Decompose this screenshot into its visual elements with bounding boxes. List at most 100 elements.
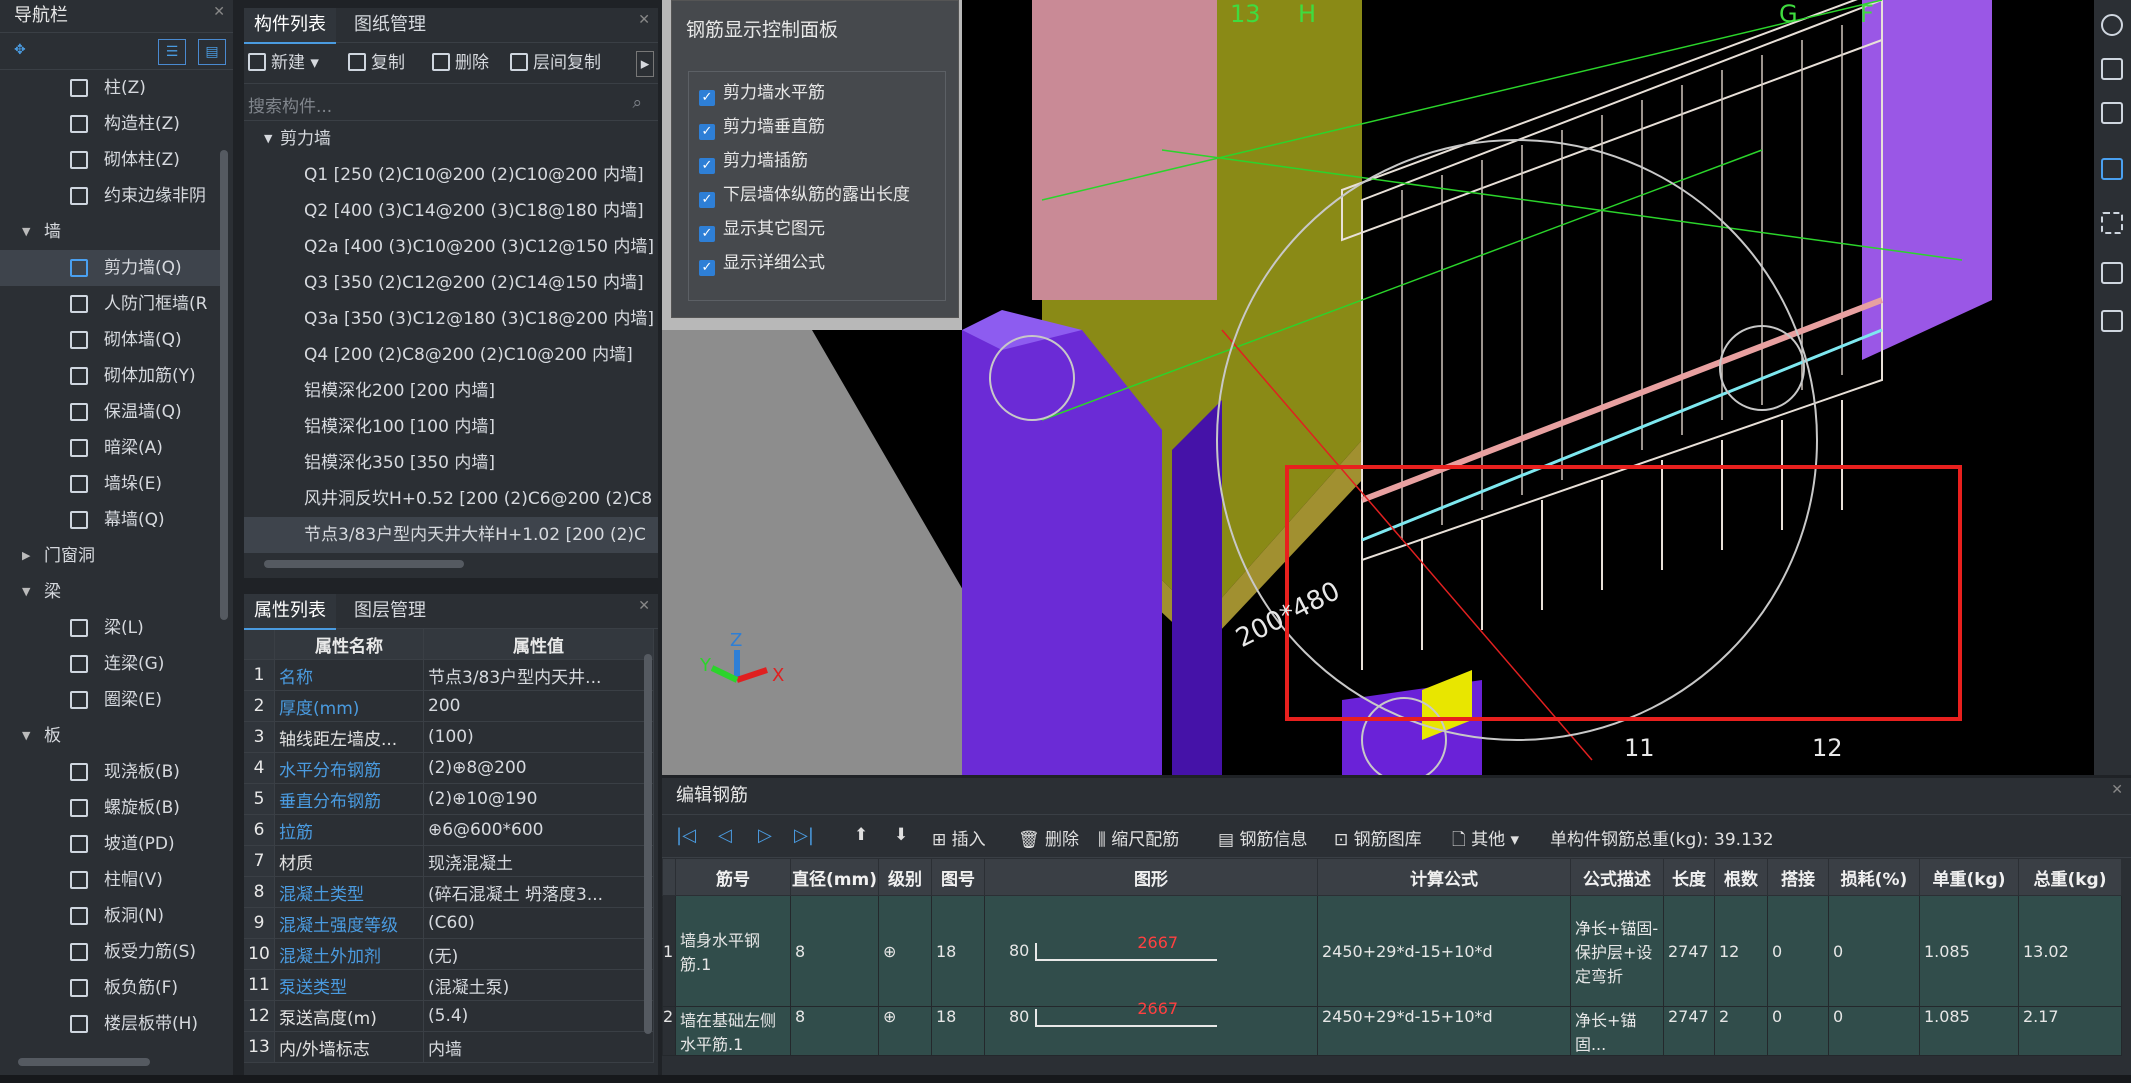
rebar-cell-formula[interactable]: 2450+29*d-15+10*d <box>1316 895 1571 1007</box>
rebar-cell-len[interactable]: 2747 <box>1662 895 1715 1007</box>
property-value[interactable]: (100) <box>423 721 654 753</box>
rebar-shape-cell[interactable]: 80 2667 <box>983 999 1318 1056</box>
component-row[interactable]: 铝模深化100 [100 内墙] <box>244 409 658 445</box>
scale-rebar-button[interactable]: ⫼ 缩尺配筋 <box>1098 825 1179 850</box>
rebar-row[interactable]: 1 墙身水平钢筋.1 8 ⊕ 18 80 2667 2450+29*d-15+10*d 净长+锚… <box>662 895 2122 1007</box>
property-row[interactable]: 5 垂直分布钢筋 (2)⊕10@190 <box>244 783 654 815</box>
2d-view-icon[interactable] <box>2101 58 2123 80</box>
rebar-cell-grade[interactable]: ⊕ <box>877 1006 932 1056</box>
component-row[interactable]: Q3a [350 (3)C12@180 (3)C18@200 内墙] <box>244 301 658 337</box>
component-row[interactable]: Q2a [400 (3)C10@200 (3)C12@150 内墙] <box>244 229 658 265</box>
property-row[interactable]: 11 泵送类型 (混凝土泵) <box>244 969 654 1001</box>
expand-icon[interactable]: ▼ <box>22 214 30 250</box>
rebar-option-checkbox[interactable]: ✓ 下层墙体纵筋的露出长度 <box>699 178 910 212</box>
rebar-option-checkbox[interactable]: ✓ 剪力墙垂直筋 <box>699 110 825 144</box>
nav-item[interactable]: 约束边缘非阴 <box>0 178 220 214</box>
cube-view-icon[interactable] <box>2101 158 2123 180</box>
component-row[interactable]: Q1 [250 (2)C10@200 (2)C10@200 内墙] <box>244 157 658 193</box>
component-row[interactable]: 节点3/83户型内天井大样H+1.02 [200 (2)C <box>244 517 658 553</box>
nav-item[interactable]: 螺旋板(B) <box>0 790 220 826</box>
property-row[interactable]: 7 材质 现浇混凝土 <box>244 845 654 877</box>
detail-view-icon[interactable]: ▤ <box>198 39 226 65</box>
rebar-col-header[interactable]: 直径(mm) <box>790 858 879 896</box>
nav-item[interactable]: 砌体墙(Q) <box>0 322 220 358</box>
rebar-cell-desc[interactable]: 净长+锚固-保护层+设定弯折 <box>1569 895 1664 1007</box>
expand-icon[interactable]: ▼ <box>22 718 30 754</box>
rebar-option-checkbox[interactable]: ✓ 剪力墙水平筋 <box>699 76 825 110</box>
comp-hscrollbar[interactable] <box>264 560 464 568</box>
rebar-cell-name[interactable]: 墙身水平钢筋.1 <box>675 895 791 1007</box>
nav-item[interactable]: 板洞(N) <box>0 898 220 934</box>
rebar-shape-cell[interactable]: 80 2667 <box>983 895 1318 1007</box>
rebar-info-button[interactable]: ▤ 钢筋信息 <box>1218 825 1307 850</box>
nav-category[interactable]: ▼ 板 <box>0 718 220 754</box>
nav-item[interactable]: 墙垛(E) <box>0 466 220 502</box>
nav-item[interactable]: 坡道(PD) <box>0 826 220 862</box>
rebar-cell-desc[interactable]: 净长+锚固... <box>1569 1006 1664 1056</box>
comp-close-icon[interactable]: ✕ <box>638 12 650 28</box>
property-row[interactable]: 9 混凝土强度等级 (C60) <box>244 907 654 939</box>
property-value[interactable]: 内墙 <box>423 1031 654 1063</box>
rebar-col-header[interactable]: 公式描述 <box>1569 858 1664 896</box>
nav-scrollbar[interactable] <box>220 150 228 620</box>
rebar-col-header[interactable]: 根数 <box>1713 858 1768 896</box>
pin-icon[interactable]: ✥ <box>14 42 26 58</box>
rebar-cell-lap[interactable]: 0 <box>1766 895 1829 1007</box>
component-row[interactable]: 铝模深化350 [350 内墙] <box>244 445 658 481</box>
nav-hscrollbar[interactable] <box>18 1058 150 1066</box>
nav-category[interactable]: ▶ 门窗洞 <box>0 538 220 574</box>
property-row[interactable]: 10 混凝土外加剂 (无) <box>244 938 654 970</box>
search-icon[interactable]: ⌕ <box>632 93 642 113</box>
checkbox-checked-icon[interactable]: ✓ <box>699 260 715 276</box>
rebar-col-header[interactable]: 图形 <box>983 858 1318 896</box>
rebar-cell-grade[interactable]: ⊕ <box>877 895 932 1007</box>
rebar-cell-count[interactable]: 12 <box>1713 895 1768 1007</box>
nav-item[interactable]: 剪力墙(Q) <box>0 250 220 286</box>
property-row[interactable]: 3 轴线距左墙皮... (100) <box>244 721 654 753</box>
property-row[interactable]: 1 名称 节点3/83户型内天井... <box>244 659 654 691</box>
new-button[interactable]: 新建 ▾ <box>248 51 319 75</box>
rebar-col-header[interactable]: 筋号 <box>675 858 791 896</box>
expand-icon[interactable]: ▼ <box>22 574 30 610</box>
rebar-cell-unit[interactable]: 1.085 <box>1918 1006 2019 1056</box>
search-input[interactable]: 搜索构件... <box>248 92 332 117</box>
property-row[interactable]: 8 混凝土类型 (碎石混凝土 坍落度3... <box>244 876 654 908</box>
rebar-col-header[interactable]: 计算公式 <box>1316 858 1571 896</box>
nav-item[interactable]: 楼层板带(H) <box>0 1006 220 1042</box>
tree-group-shear-wall[interactable]: ▼ 剪力墙 <box>244 121 658 157</box>
more-icon[interactable]: ▸ <box>636 51 654 77</box>
property-value[interactable]: ⊕6@600*600 <box>423 814 654 846</box>
nav-item[interactable]: 连梁(G) <box>0 646 220 682</box>
property-value[interactable]: (碎石混凝土 坍落度3... <box>423 876 654 908</box>
property-row[interactable]: 4 水平分布钢筋 (2)⊕8@200 <box>244 752 654 784</box>
rebar-cell-formula[interactable]: 2450+29*d-15+10*d <box>1316 1006 1571 1056</box>
property-value[interactable]: (混凝土泵) <box>423 969 654 1001</box>
collapse-icon[interactable]: ▶ <box>22 538 30 574</box>
tab-property-list[interactable]: 属性列表 <box>244 594 336 630</box>
rebar-row[interactable]: 2 墙在基础左侧水平筋.1 8 ⊕ 18 80 2667 2450+29*d-15+10*d 净… <box>662 999 2122 1056</box>
other-button[interactable]: 🗋 其他 ▾ <box>1452 825 1519 856</box>
copy-button[interactable]: 复制 <box>348 51 405 75</box>
rebar-option-checkbox[interactable]: ✓ 显示其它图元 <box>699 212 825 246</box>
move-down-icon[interactable]: ⬇ <box>894 825 908 845</box>
nav-item[interactable]: 圈梁(E) <box>0 682 220 718</box>
component-search[interactable]: 搜索构件... ⌕ <box>244 84 658 121</box>
property-row[interactable]: 6 拉筋 ⊕6@600*600 <box>244 814 654 846</box>
last-record-icon[interactable]: ▷| <box>794 825 814 846</box>
nav-item[interactable]: 柱帽(V) <box>0 862 220 898</box>
tab-drawing-management[interactable]: 图纸管理 <box>344 8 436 42</box>
component-view-icon[interactable] <box>2101 262 2123 284</box>
property-value[interactable]: 200 <box>423 690 654 722</box>
nav-item[interactable]: 人防门框墙(R <box>0 286 220 322</box>
nav-item[interactable]: 柱(Z) <box>0 70 220 106</box>
checkbox-checked-icon[interactable]: ✓ <box>699 158 715 174</box>
props-scrollbar[interactable] <box>644 654 652 1034</box>
property-value[interactable]: (C60) <box>423 907 654 939</box>
nav-item[interactable]: 砌体柱(Z) <box>0 142 220 178</box>
delete-button[interactable]: 删除 <box>432 51 489 75</box>
rebar-cell-fig[interactable]: 18 <box>930 1006 985 1056</box>
fullscreen-icon[interactable] <box>2101 212 2123 234</box>
nav-close-icon[interactable]: ✕ <box>213 4 225 20</box>
nav-category[interactable]: ▼ 墙 <box>0 214 220 250</box>
component-row[interactable]: Q4 [200 (2)C8@200 (2)C10@200 内墙] <box>244 337 658 373</box>
